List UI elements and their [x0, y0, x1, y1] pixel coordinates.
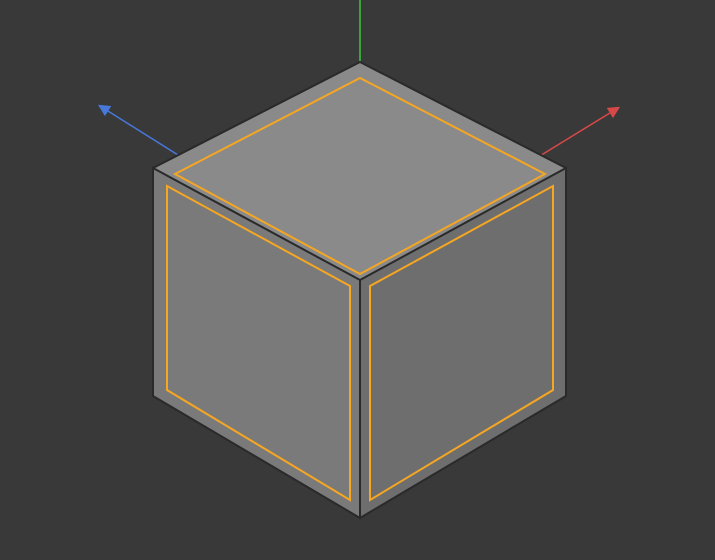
axis-y: [100, 106, 186, 160]
3d-viewport[interactable]: [0, 0, 715, 560]
viewport-canvas[interactable]: [0, 0, 715, 560]
axis-x: [530, 108, 618, 162]
